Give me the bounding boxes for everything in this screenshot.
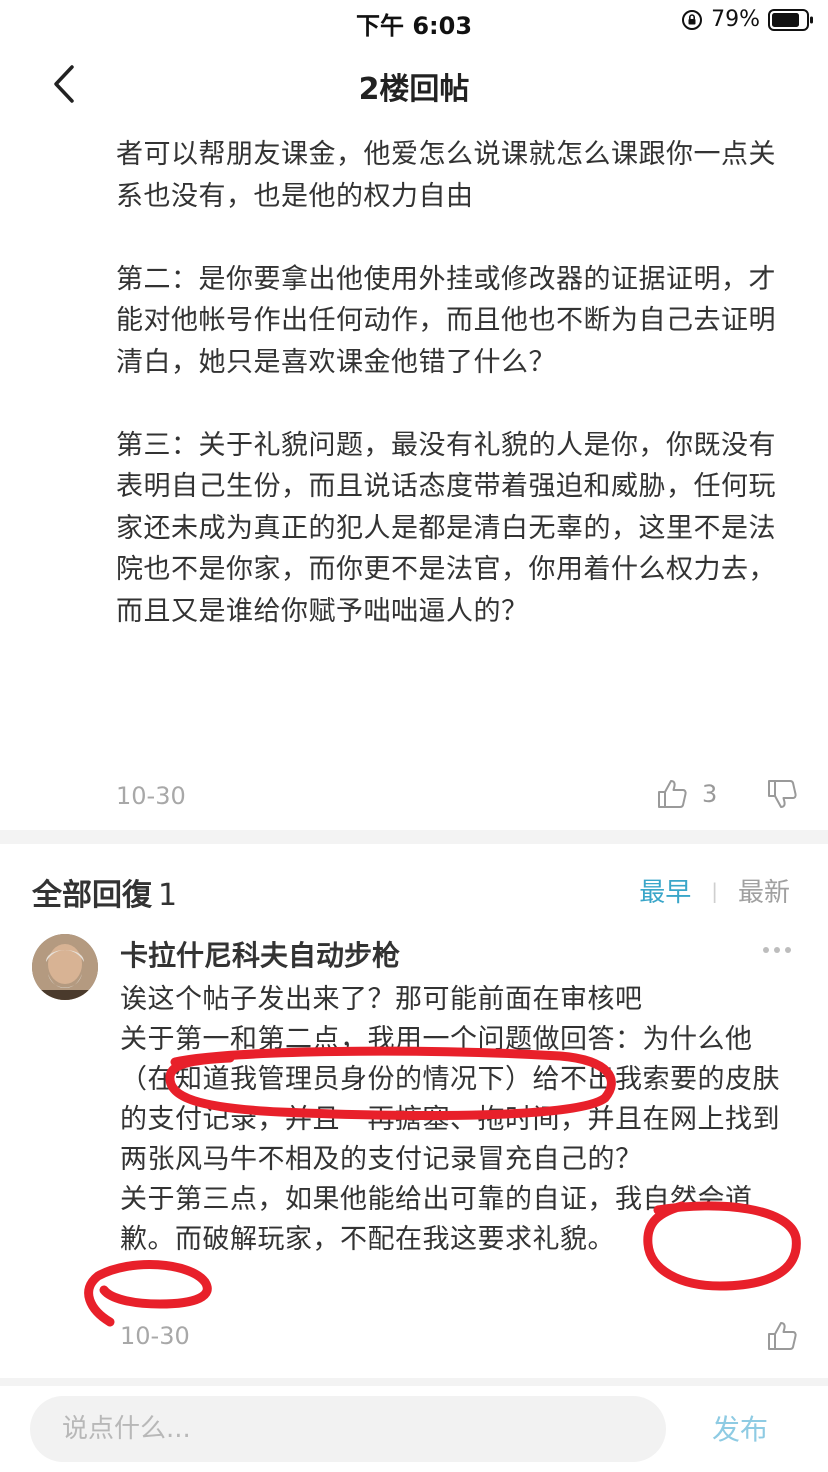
post-footer: 10-30 3: [116, 778, 806, 818]
reply-footer: 10-30: [120, 1320, 810, 1360]
page-title: 2楼回帖: [358, 72, 470, 107]
thumbs-up-icon: [658, 780, 687, 808]
replies-title-label: 全部回復: [32, 878, 152, 913]
publish-button[interactable]: 发布: [712, 1408, 768, 1448]
more-options-button[interactable]: [762, 940, 792, 959]
sort-separator: |: [711, 878, 718, 903]
more-dots-icon: [763, 947, 791, 953]
like-button[interactable]: 3: [656, 778, 717, 810]
navigation-bar: 2楼回帖: [0, 46, 828, 122]
post-reply-page: 下午 6:03 79% 2楼回帖 者可以帮朋友课金，他爱怎么说课就怎么课跟你一点…: [0, 0, 828, 1472]
reply-author[interactable]: 卡拉什尼科夫自动步枪: [120, 934, 400, 974]
sort-earliest-tab[interactable]: 最早: [639, 872, 691, 909]
post-paragraph: 者可以帮朋友课金，他爱怎么说课就怎么课跟你一点关系也没有，也是他的权力自由: [116, 139, 776, 212]
rotation-lock-icon: [681, 9, 703, 31]
like-count: 3: [702, 780, 718, 808]
reply-line: 诶这个帖子发出来了？那可能前面在审核吧: [120, 984, 643, 1015]
post-paragraph: 第三：关于礼貌问题，最没有礼貌的人是你，你既没有表明自己生份，而且说话态度带着强…: [116, 429, 776, 627]
reply-line: 关于第一和第二点，我用一个问题做回答：为什么他 （在知道我管理员身份的情况下）给…: [120, 1024, 780, 1175]
replies-title: 全部回復 1: [32, 870, 177, 914]
reply-line: 关于第三点，如果他能给出可靠的自证，我自然会道歉。而破解玩家，不配在我这要求礼貌…: [120, 1184, 753, 1255]
dislike-button[interactable]: [766, 778, 798, 814]
section-divider: [0, 830, 828, 844]
reply-like-button[interactable]: [766, 1320, 798, 1356]
status-bar: 下午 6:03 79%: [0, 0, 828, 44]
battery-icon: [768, 8, 814, 31]
battery-percentage: 79%: [711, 7, 760, 32]
thumbs-down-icon: [768, 780, 797, 808]
reply-content: 诶这个帖子发出来了？那可能前面在审核吧 关于第一和第二点，我用一个问题做回答：为…: [120, 980, 796, 1260]
post-paragraph: 第二：是你要拿出他使用外挂或修改器的证据证明，才能对他帐号作出任何动作，而且他也…: [116, 263, 776, 378]
replies-count: 1: [158, 878, 178, 913]
post-date: 10-30: [116, 782, 186, 810]
avatar[interactable]: [32, 934, 98, 1000]
post-content: 者可以帮朋友课金，他爱怎么说课就怎么课跟你一点关系也没有，也是他的权力自由 第二…: [116, 134, 796, 632]
thumbs-up-icon: [768, 1322, 797, 1350]
reply-item: 卡拉什尼科夫自动步枪 诶这个帖子发出来了？那可能前面在审核吧 关于第一和第二点，…: [0, 930, 828, 1370]
status-indicators: 79%: [681, 7, 814, 32]
sort-tabs: 最早 | 最新: [639, 872, 790, 909]
comment-input[interactable]: [30, 1396, 666, 1462]
composer-divider: [0, 1378, 828, 1386]
replies-header: 全部回復 1 最早 | 最新: [0, 844, 828, 934]
sort-latest-tab[interactable]: 最新: [738, 872, 790, 909]
reply-date: 10-30: [120, 1322, 190, 1350]
